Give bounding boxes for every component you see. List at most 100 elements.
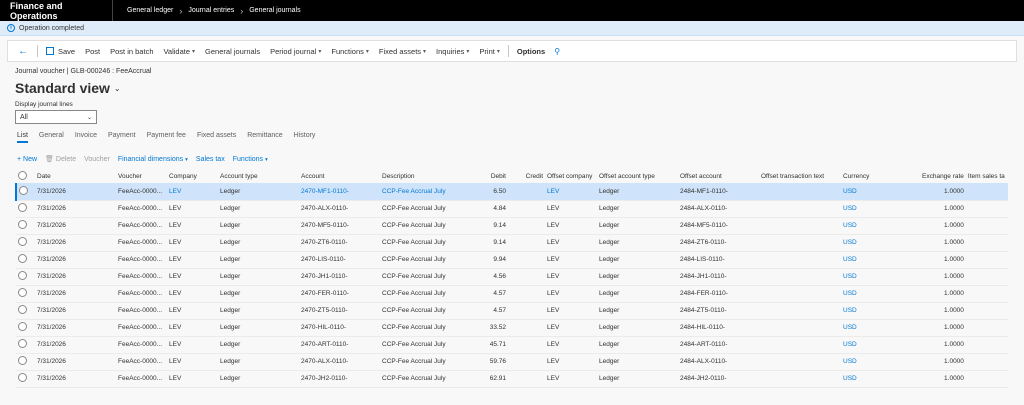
table-cell[interactable]: 7/31/2026 <box>35 217 116 235</box>
save-button[interactable]: Save <box>41 47 80 56</box>
table-cell[interactable]: LEV <box>167 217 218 235</box>
table-cell[interactable] <box>508 200 545 218</box>
breadcrumb-journal-entries[interactable]: Journal entries <box>188 7 234 14</box>
row-select-radio[interactable] <box>16 285 35 303</box>
table-cell[interactable]: Ledger <box>597 302 678 320</box>
table-cell[interactable]: 2484-HIL-0110- <box>678 319 759 337</box>
table-cell[interactable]: FeeAcc-0000... <box>116 183 167 201</box>
table-cell[interactable]: CCP-Fee Accrual July <box>380 370 479 388</box>
tab-general[interactable]: General <box>39 132 64 143</box>
table-cell[interactable]: 7/31/2026 <box>35 319 116 337</box>
table-cell[interactable]: FeeAcc-0000... <box>116 336 167 354</box>
row-select-radio[interactable] <box>16 370 35 388</box>
table-cell[interactable] <box>965 319 1008 337</box>
table-cell[interactable]: LEV <box>167 285 218 303</box>
table-cell[interactable]: Ledger <box>218 336 299 354</box>
table-cell[interactable] <box>759 319 841 337</box>
column-header[interactable]: Credit <box>508 169 545 183</box>
table-cell[interactable]: USD <box>841 319 920 337</box>
table-cell[interactable]: FeeAcc-0000... <box>116 200 167 218</box>
period-journal-menu[interactable]: Period journal ▾ <box>265 47 326 56</box>
table-cell[interactable]: 2484-FER-0110- <box>678 285 759 303</box>
row-select-radio[interactable] <box>16 268 35 286</box>
table-cell[interactable]: 7/31/2026 <box>35 234 116 252</box>
table-row[interactable]: 7/31/2026 FeeAcc-0000... LEV Ledger 2470-LIS… <box>16 251 1008 269</box>
table-cell[interactable]: 7/31/2026 <box>35 302 116 320</box>
table-cell[interactable]: 6.50 <box>479 183 508 201</box>
table-cell[interactable]: LEV <box>167 336 218 354</box>
table-cell[interactable] <box>759 268 841 286</box>
table-cell[interactable]: Ledger <box>218 183 299 201</box>
table-cell[interactable]: LEV <box>545 370 597 388</box>
table-cell[interactable]: LEV <box>545 336 597 354</box>
table-cell[interactable] <box>508 302 545 320</box>
table-cell[interactable]: LEV <box>167 268 218 286</box>
table-cell[interactable]: CCP-Fee Accrual July <box>380 353 479 371</box>
row-select-radio[interactable] <box>16 353 35 371</box>
table-cell[interactable] <box>508 251 545 269</box>
table-cell[interactable]: USD <box>841 370 920 388</box>
table-cell[interactable]: 59.76 <box>479 353 508 371</box>
tab-payment-fee[interactable]: Payment fee <box>147 132 186 143</box>
table-cell[interactable] <box>508 268 545 286</box>
table-cell[interactable]: 7/31/2026 <box>35 336 116 354</box>
options-tab[interactable]: Options <box>512 47 550 56</box>
table-cell[interactable]: Ledger <box>218 268 299 286</box>
table-cell[interactable] <box>965 183 1008 201</box>
validate-menu[interactable]: Validate ▾ <box>158 47 200 56</box>
table-cell[interactable]: 2484-MF5-0110- <box>678 217 759 235</box>
table-cell[interactable]: FeeAcc-0000... <box>116 234 167 252</box>
table-row[interactable]: 7/31/2026 FeeAcc-0000... LEV Ledger 2470-FER… <box>16 285 1008 303</box>
column-header[interactable]: Account type <box>218 169 299 183</box>
table-cell[interactable]: 2484-ART-0110- <box>678 336 759 354</box>
table-cell[interactable]: CCP-Fee Accrual July <box>380 285 479 303</box>
table-cell[interactable]: Ledger <box>218 370 299 388</box>
table-cell[interactable]: LEV <box>545 234 597 252</box>
row-select-radio[interactable] <box>15 183 35 201</box>
table-cell[interactable] <box>965 234 1008 252</box>
table-row[interactable]: 7/31/2026 FeeAcc-0000... LEV Ledger 2470-HIL… <box>16 319 1008 337</box>
table-cell[interactable]: FeeAcc-0000... <box>116 268 167 286</box>
table-cell[interactable]: LEV <box>167 234 218 252</box>
table-row[interactable]: 7/31/2026 FeeAcc-0000... LEV Ledger 2470-ALX… <box>16 200 1008 218</box>
table-cell[interactable]: Ledger <box>597 217 678 235</box>
table-cell[interactable]: 33.52 <box>479 319 508 337</box>
column-header[interactable]: Debit <box>479 169 508 183</box>
table-cell[interactable]: FeeAcc-0000... <box>116 251 167 269</box>
table-cell[interactable] <box>759 251 841 269</box>
table-cell[interactable]: CCP-Fee Accrual July <box>380 268 479 286</box>
table-cell[interactable]: Ledger <box>597 319 678 337</box>
table-cell[interactable]: FeeAcc-0000... <box>116 370 167 388</box>
table-cell[interactable]: 62.91 <box>479 370 508 388</box>
table-cell[interactable]: FeeAcc-0000... <box>116 285 167 303</box>
table-cell[interactable]: USD <box>841 268 920 286</box>
table-cell[interactable]: Ledger <box>597 200 678 218</box>
general-journals-button[interactable]: General journals <box>200 47 265 56</box>
table-cell[interactable]: Ledger <box>597 251 678 269</box>
table-cell[interactable]: Ledger <box>218 251 299 269</box>
table-cell[interactable]: 7/31/2026 <box>35 285 116 303</box>
tab-history[interactable]: History <box>294 132 316 143</box>
table-cell[interactable]: 1.0000 <box>920 268 966 286</box>
table-cell[interactable]: 1.0000 <box>920 370 966 388</box>
table-cell[interactable]: 2470-MF5-0110- <box>299 217 380 235</box>
table-cell[interactable] <box>965 251 1008 269</box>
table-cell[interactable] <box>965 268 1008 286</box>
table-cell[interactable]: USD <box>841 353 920 371</box>
table-cell[interactable]: LEV <box>167 183 218 201</box>
table-cell[interactable]: 2484-MF1-0110- <box>678 183 759 201</box>
table-cell[interactable]: Ledger <box>597 353 678 371</box>
back-arrow-icon[interactable]: ← <box>12 46 34 57</box>
post-button[interactable]: Post <box>80 47 105 56</box>
table-cell[interactable]: 1.0000 <box>920 217 966 235</box>
column-header[interactable]: Offset account type <box>597 169 678 183</box>
table-cell[interactable]: Ledger <box>597 336 678 354</box>
table-cell[interactable]: USD <box>841 285 920 303</box>
table-cell[interactable]: USD <box>841 217 920 235</box>
table-cell[interactable]: LEV <box>167 353 218 371</box>
table-cell[interactable]: 2484-ZT5-0110- <box>678 302 759 320</box>
column-header[interactable]: Company <box>167 169 218 183</box>
table-row[interactable]: 7/31/2026 FeeAcc-0000... LEV Ledger 2470-JH1… <box>16 268 1008 286</box>
table-row[interactable]: 7/31/2026 FeeAcc-0000... LEV Ledger 2470-ART… <box>16 336 1008 354</box>
table-cell[interactable]: 4.84 <box>479 200 508 218</box>
